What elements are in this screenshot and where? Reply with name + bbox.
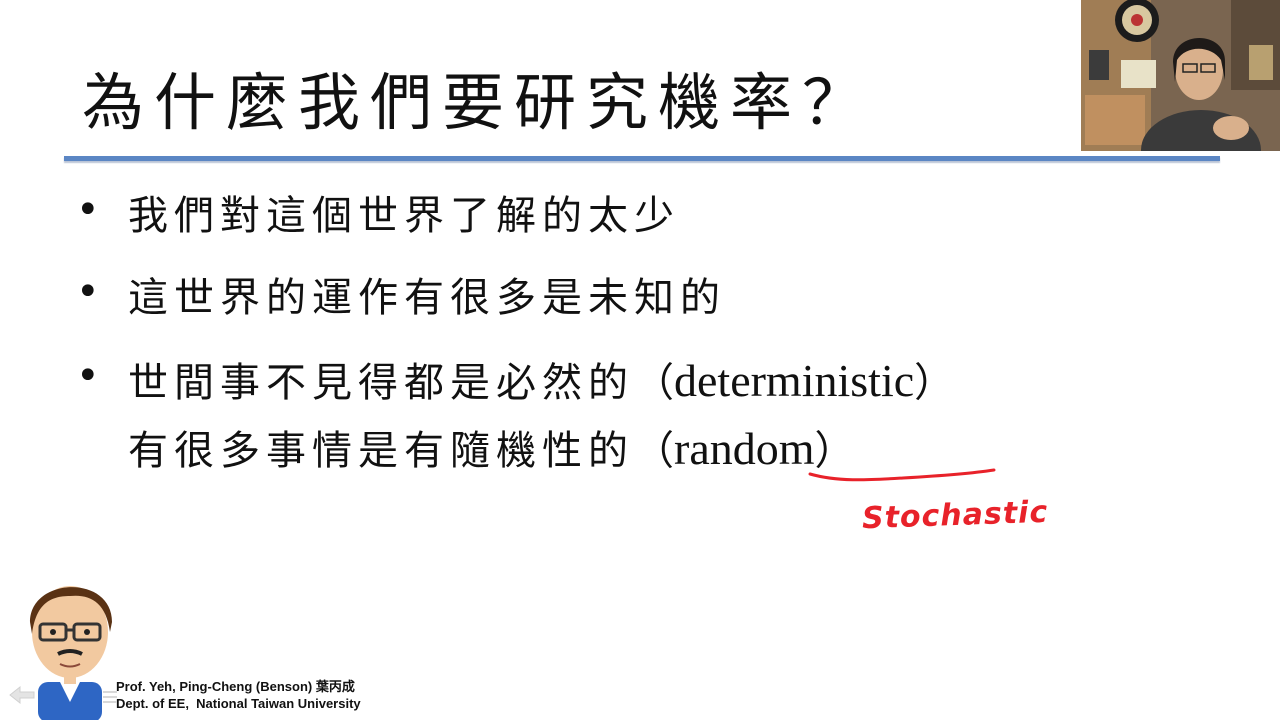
term-random: random bbox=[674, 423, 815, 474]
presenter-webcam-video bbox=[1081, 0, 1280, 151]
close-paren: ） bbox=[914, 360, 955, 406]
bullet-marker: • bbox=[76, 269, 100, 315]
bullet-3-line-1-zh: 世間事不見得都是必然的 bbox=[128, 360, 634, 406]
ink-annotation-stochastic: Stochastic bbox=[861, 494, 1049, 537]
slide-menu-icon[interactable] bbox=[102, 690, 118, 704]
presenter-department: Dept. of EE, National Taiwan University bbox=[116, 696, 361, 711]
term-deterministic: deterministic bbox=[674, 355, 915, 406]
bullet-2-text: 這世界的運作有很多是未知的 bbox=[128, 275, 726, 321]
bullet-marker: • bbox=[76, 187, 100, 233]
bullet-3-line-1: 世間事不見得都是必然的（deterministic） bbox=[128, 358, 954, 404]
slide-title: 為什麼我們要研究機率？ bbox=[82, 66, 875, 139]
bullet-3-line-2: 有很多事情是有隨機性的（random） bbox=[128, 426, 855, 472]
title-divider bbox=[64, 156, 1220, 161]
red-ink-underline bbox=[808, 468, 996, 482]
open-paren: （ bbox=[634, 360, 674, 406]
bullet-3-line-2-zh: 有很多事情是有隨機性的 bbox=[128, 428, 634, 474]
presenter-credits: Prof. Yeh, Ping-Cheng (Benson) 葉丙成 Dept. … bbox=[116, 678, 361, 712]
open-paren: （ bbox=[634, 428, 674, 474]
bullet-1-text: 我們對這個世界了解的太少 bbox=[128, 193, 680, 239]
presenter-name: Prof. Yeh, Ping-Cheng (Benson) 葉丙成 bbox=[116, 679, 355, 694]
bullet-marker: • bbox=[76, 353, 100, 399]
prev-slide-arrow-icon[interactable] bbox=[8, 684, 36, 706]
slide: 為什麼我們要研究機率？ • 我們對這個世界了解的太少 • 這世界的運作有很多是未… bbox=[0, 0, 1280, 720]
